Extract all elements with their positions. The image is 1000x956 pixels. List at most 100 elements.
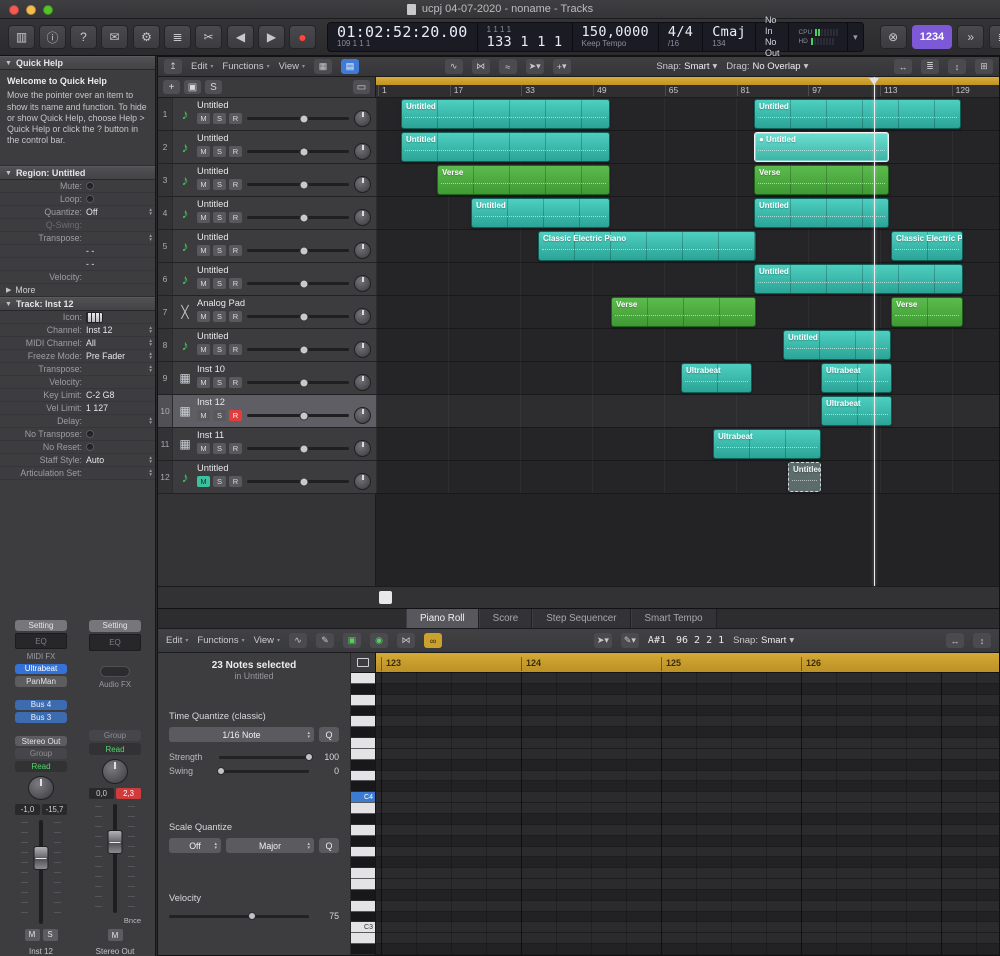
- stepper-icon[interactable]: ▴▾: [149, 456, 152, 465]
- stepper-icon[interactable]: ▴▾: [149, 417, 152, 426]
- minimize-window-icon[interactable]: [26, 5, 36, 15]
- menu-edit[interactable]: Edit▾: [166, 635, 188, 646]
- cycle-range[interactable]: [376, 77, 999, 85]
- waveform-zoom-icon[interactable]: ≣: [921, 59, 939, 74]
- link-icon[interactable]: ∞: [424, 633, 442, 648]
- track-lane[interactable]: Untitled: [376, 461, 999, 494]
- stepper-icon[interactable]: ▴▾: [214, 842, 217, 850]
- stepper-icon[interactable]: ▴▾: [149, 339, 152, 348]
- disclosure-icon[interactable]: ▼: [5, 170, 12, 177]
- piano-key-as3[interactable]: [351, 814, 375, 825]
- inspector-row[interactable]: No Transpose:: [0, 428, 155, 441]
- record-button[interactable]: ●: [289, 25, 316, 49]
- pan-knob[interactable]: [354, 143, 371, 160]
- solo-button[interactable]: S: [213, 146, 226, 157]
- track-name[interactable]: Untitled: [197, 199, 371, 209]
- pencil-icon[interactable]: ✎: [316, 633, 334, 648]
- solo-button[interactable]: S: [213, 113, 226, 124]
- track-name[interactable]: Untitled: [197, 166, 371, 176]
- checkbox[interactable]: [86, 430, 94, 438]
- inspector-row[interactable]: Velocity:: [0, 376, 155, 389]
- slider-thumb[interactable]: [300, 147, 309, 156]
- smart-controls-icon[interactable]: ⚙: [133, 25, 160, 49]
- inspector-row[interactable]: - -: [0, 245, 155, 258]
- midi-thru-icon[interactable]: ◉: [370, 633, 388, 648]
- track-lane[interactable]: VerseVerse: [376, 164, 999, 197]
- slider-thumb[interactable]: [300, 213, 309, 222]
- mute-button[interactable]: M: [197, 146, 210, 157]
- checkbox[interactable]: [86, 443, 94, 451]
- track-header[interactable]: 7╳Analog PadMSR: [158, 296, 376, 329]
- crossfade-icon[interactable]: ∿: [289, 633, 307, 648]
- duplicate-track-button[interactable]: ▣: [184, 80, 201, 94]
- track-header[interactable]: 10▦Inst 12MSR: [158, 395, 376, 428]
- track-icon-preview[interactable]: [86, 312, 103, 323]
- pan-knob[interactable]: [354, 110, 371, 127]
- record-button[interactable]: R: [229, 344, 242, 355]
- solo-button[interactable]: S: [213, 476, 226, 487]
- pan-knob[interactable]: [28, 776, 54, 800]
- marquee-icon[interactable]: ⋈: [397, 633, 415, 648]
- disclosure-icon[interactable]: ▼: [5, 301, 12, 308]
- track-name[interactable]: Untitled: [197, 100, 371, 110]
- volume-slider[interactable]: [247, 282, 349, 285]
- inspector-row[interactable]: Articulation Set:▴▾: [0, 467, 155, 480]
- region-panel-header[interactable]: ▼ Region: Untitled: [0, 166, 155, 180]
- region[interactable]: Untitled: [754, 198, 889, 228]
- volume-fader[interactable]: [18, 820, 64, 924]
- track-header[interactable]: 2♪UntitledMSR: [158, 131, 376, 164]
- volume-slider[interactable]: [247, 348, 349, 351]
- zoom-v-icon[interactable]: ↕: [948, 59, 966, 74]
- slider-thumb[interactable]: [300, 444, 309, 453]
- menu-view[interactable]: View▾: [279, 61, 305, 72]
- channel-setting-button[interactable]: Setting: [89, 620, 141, 632]
- eq-display[interactable]: EQ: [15, 633, 67, 650]
- inspector-row[interactable]: Channel:Inst 12▴▾: [0, 324, 155, 337]
- piano-key-b2[interactable]: [351, 933, 375, 944]
- zoom-fit-icon[interactable]: ⊞: [975, 59, 993, 74]
- region[interactable]: Verse: [437, 165, 610, 195]
- left-click-tool[interactable]: ➤▾: [594, 633, 612, 648]
- command-click-tool[interactable]: ✎▾: [621, 633, 639, 648]
- mute-button[interactable]: M: [197, 476, 210, 487]
- add-track-button[interactable]: +: [163, 80, 180, 94]
- quantize-select[interactable]: 1/16 Note ▴▾: [169, 727, 314, 742]
- volume-slider[interactable]: [247, 216, 349, 219]
- track-lane[interactable]: VerseVerse: [376, 296, 999, 329]
- track-lane[interactable]: Classic Electric PianoClassic Electric P…: [376, 230, 999, 263]
- track-header[interactable]: 11▦Inst 11MSR: [158, 428, 376, 461]
- stepper-icon[interactable]: ▴▾: [149, 326, 152, 335]
- midi-fx-label[interactable]: MIDI FX: [15, 651, 67, 661]
- list-view-icon[interactable]: ▤: [341, 59, 359, 74]
- track-name[interactable]: Untitled: [197, 232, 371, 242]
- region[interactable]: Untitled: [401, 99, 610, 129]
- automation-icon[interactable]: ∿: [445, 59, 463, 74]
- send-bus-3[interactable]: Bus 3: [15, 712, 67, 723]
- event-float-icon[interactable]: [357, 658, 369, 667]
- solo-button[interactable]: S: [213, 410, 226, 421]
- editors-icon[interactable]: ✂: [195, 25, 222, 49]
- close-window-icon[interactable]: [9, 5, 19, 15]
- pan-knob[interactable]: [354, 473, 371, 490]
- horizontal-scrollbar[interactable]: [158, 586, 999, 608]
- region[interactable]: Ultrabeat: [821, 363, 892, 393]
- inspector-row[interactable]: No Reset:: [0, 441, 155, 454]
- track-lane[interactable]: Untitled: [376, 329, 999, 362]
- region[interactable]: Untitled: [754, 99, 961, 129]
- piano-key-fs4[interactable]: [351, 727, 375, 738]
- record-button[interactable]: R: [229, 410, 242, 421]
- solo-button[interactable]: S: [213, 179, 226, 190]
- zoom-h-icon[interactable]: ↔: [894, 59, 912, 74]
- volume-slider[interactable]: [247, 447, 349, 450]
- region[interactable]: Untitled: [788, 462, 821, 492]
- track-name[interactable]: Untitled: [197, 331, 371, 341]
- tab-smart-tempo[interactable]: Smart Tempo: [631, 609, 717, 628]
- track-lane[interactable]: Ultrabeat: [376, 395, 999, 428]
- volume-slider[interactable]: [247, 414, 349, 417]
- inspector-row[interactable]: Velocity:: [0, 271, 155, 284]
- automation-mode-button[interactable]: Read: [89, 743, 141, 755]
- track-header[interactable]: 12♪UntitledMSR: [158, 461, 376, 494]
- piano-key-g4[interactable]: [351, 716, 375, 727]
- track-lane[interactable]: Untitled: [376, 263, 999, 296]
- track-header[interactable]: 3♪UntitledMSR: [158, 164, 376, 197]
